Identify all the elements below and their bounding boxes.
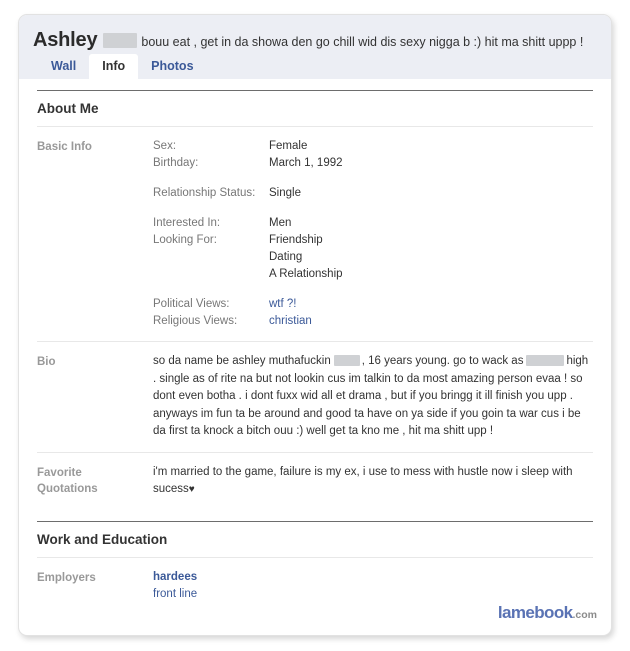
basic-info-group: Relationship Status: Single [153,185,593,202]
row-label-favorite-quotations-line2: Quotations [37,482,98,495]
basic-info-values: Single [269,185,593,202]
row-value-employers: hardees front line [153,569,593,603]
redacted-bio-block-2 [526,354,565,366]
profile-body: About Me Basic Info Sex: Birthday: Femal… [19,90,611,614]
row-label-favorite-quotations: Favorite Quotations [37,464,153,499]
basic-info-keys: Sex: Birthday: [153,138,269,172]
field-value-sex: Female [269,140,308,152]
lamebook-watermark: lamebook.com [498,603,597,623]
row-label-bio: Bio [37,356,56,368]
field-key-interested-in: Interested In: [153,217,221,229]
field-value-looking-for-3: A Relationship [269,268,343,280]
redacted-bio-block-1 [333,354,360,366]
row-value-basic-info: Sex: Birthday: Female March 1, 1992 Rela… [153,138,593,330]
tab-info[interactable]: Info [89,54,139,79]
field-value-religious-views[interactable]: christian [269,313,593,330]
quotation-text: i'm married to the game, failure is my e… [153,465,573,496]
heart-icon: ♥ [188,484,195,495]
field-value-relationship-status: Single [269,187,301,199]
basic-info-group: Political Views: Religious Views: wtf ?!… [153,296,593,330]
redacted-lastname-block [103,33,138,49]
row-label-employers: Employers [37,571,96,584]
row-basic-info: Basic Info Sex: Birthday: Female March 1… [37,127,593,342]
tab-wall[interactable]: Wall [38,54,89,79]
field-key-relationship-status: Relationship Status: [153,187,256,199]
basic-info-values: wtf ?! christian [269,296,593,330]
row-bio: Bio so da name be ashley muthafuckin , 16… [37,342,593,453]
employer-position-link[interactable]: front line [153,586,593,603]
watermark-brand: lamebook [497,603,573,622]
basic-info-keys: Political Views: Religious Views: [153,296,269,330]
field-value-interested-in: Men [269,217,292,229]
profile-header-line: Ashley bouu eat , get in da showa den go … [33,15,611,53]
row-label-basic-info: Basic Info [37,141,92,153]
profile-name: Ashley [33,29,98,51]
tab-photos[interactable]: Photos [138,54,206,79]
profile-status-text: bouu eat , get in da showa den go chill … [141,35,584,49]
bio-part-2: , 16 years young. go to wack as [361,355,524,367]
profile-header: Ashley bouu eat , get in da showa den go … [19,15,611,79]
field-value-birthday: March 1, 1992 [269,157,343,169]
basic-info-group: Sex: Birthday: Female March 1, 1992 [153,138,593,172]
watermark-tld: .com [572,609,597,621]
section-heading-about-me: About Me [37,90,593,127]
basic-info-group: Interested In: Looking For: Men Friendsh… [153,215,593,283]
basic-info-keys: Interested In: Looking For: [153,215,269,283]
field-value-looking-for-2: Dating [269,251,303,263]
bio-part-1: so da name be ashley muthafuckin [153,355,331,367]
row-favorite-quotations: Favorite Quotations i'm married to the g… [37,453,593,510]
field-value-looking-for-1: Friendship [269,234,323,246]
field-key-looking-for: Looking For: [153,234,217,246]
field-key-birthday: Birthday: [153,157,199,169]
row-value-bio: so da name be ashley muthafuckin , 16 yea… [153,353,593,441]
field-key-sex: Sex: [153,140,177,152]
field-key-political-views: Political Views: [153,298,230,310]
employer-company-link[interactable]: hardees [153,569,593,586]
basic-info-values: Female March 1, 1992 [269,138,593,172]
section-heading-work-and-education: Work and Education [37,520,593,558]
basic-info-values: Men Friendship Dating A Relationship [269,215,593,283]
bio-part-3: high . single as of rite na but not look… [153,355,589,437]
row-label-favorite-quotations-line1: Favorite [37,466,82,479]
basic-info-keys: Relationship Status: [153,185,269,202]
row-value-favorite-quotations: i'm married to the game, failure is my e… [153,464,593,499]
field-key-religious-views: Religious Views: [153,315,238,327]
field-value-political-views[interactable]: wtf ?! [269,296,593,313]
profile-tabs: Wall Info Photos [38,54,207,79]
profile-card: Ashley bouu eat , get in da showa den go … [18,14,612,636]
